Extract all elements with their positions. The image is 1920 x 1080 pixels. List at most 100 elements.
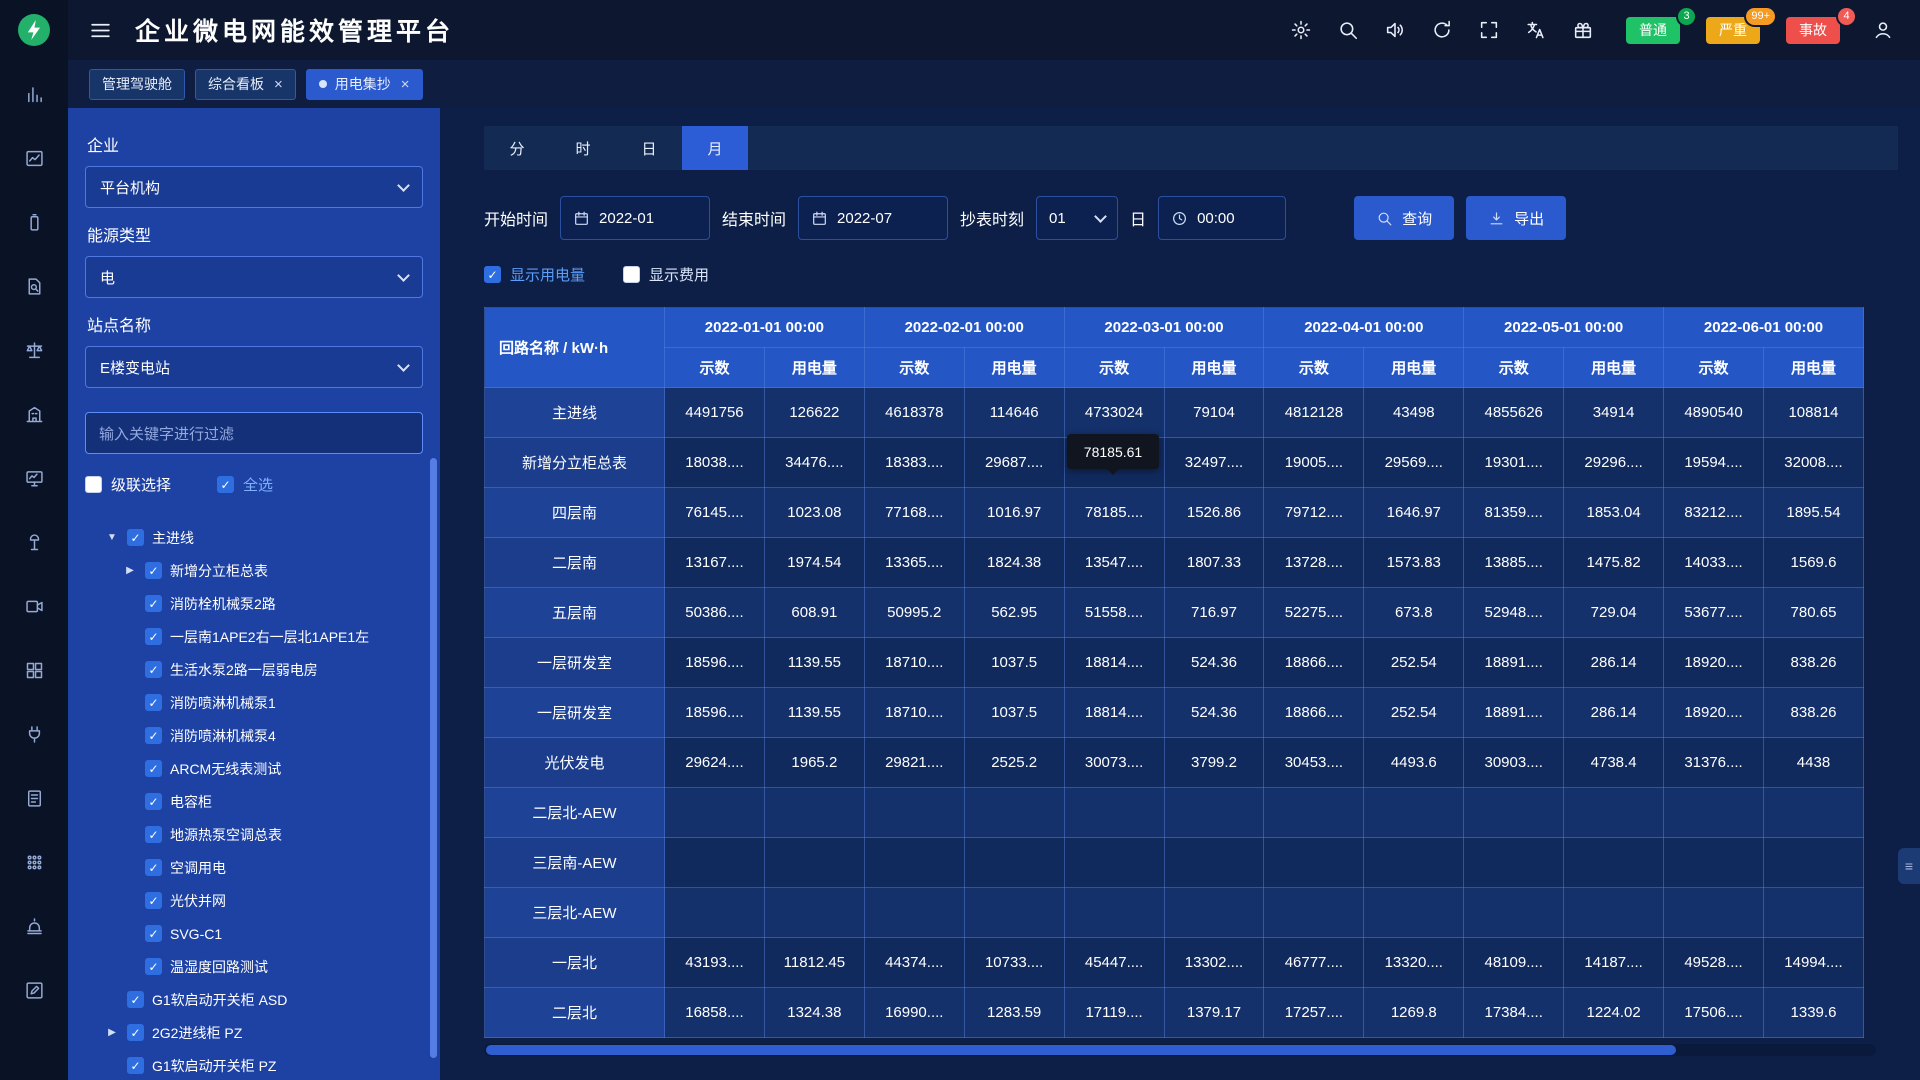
granularity-tab-日[interactable]: 日 xyxy=(616,126,682,170)
tree-item[interactable]: 消防喷淋机械泵4 xyxy=(85,719,423,752)
alarm-badge-严重[interactable]: 严重99+ xyxy=(1706,17,1760,44)
tree-checkbox[interactable] xyxy=(145,562,162,579)
tree-checkbox[interactable] xyxy=(127,1024,144,1041)
tree-item[interactable]: 消防喷淋机械泵1 xyxy=(85,686,423,719)
refresh-icon[interactable] xyxy=(1431,19,1453,41)
grid-icon[interactable] xyxy=(24,660,45,681)
tree-item[interactable]: 光伏并网 xyxy=(85,884,423,917)
alarm-lamp-icon[interactable] xyxy=(24,916,45,937)
translate-icon[interactable] xyxy=(1525,19,1547,41)
tree-item[interactable]: 电容柜 xyxy=(85,785,423,818)
alarm-badge-事故[interactable]: 事故4 xyxy=(1786,17,1840,44)
meter-day-select[interactable]: 01 xyxy=(1036,196,1118,240)
drawer-handle[interactable]: ≡ xyxy=(1898,848,1920,884)
close-tab-icon[interactable]: × xyxy=(401,76,410,93)
edit-icon[interactable] xyxy=(24,980,45,1001)
tree-item[interactable]: 空调用电 xyxy=(85,851,423,884)
horizontal-scrollbar-thumb[interactable] xyxy=(486,1045,1676,1055)
alarm-badge-普通[interactable]: 普通3 xyxy=(1626,17,1680,44)
tree-item[interactable]: 消防栓机械泵2路 xyxy=(85,587,423,620)
file-search-icon[interactable] xyxy=(24,276,45,297)
battery-icon[interactable] xyxy=(24,212,45,233)
query-button[interactable]: 查询 xyxy=(1354,196,1454,240)
tree-checkbox[interactable] xyxy=(145,727,162,744)
gift-icon[interactable] xyxy=(1572,19,1594,41)
balance-icon[interactable] xyxy=(24,340,45,361)
video-icon[interactable] xyxy=(24,596,45,617)
tree-checkbox[interactable] xyxy=(145,694,162,711)
chevron-down-icon xyxy=(397,179,410,192)
gear-icon[interactable] xyxy=(1290,19,1312,41)
cascade-checkbox[interactable]: 级联选择 xyxy=(85,474,171,495)
energy-type-select[interactable]: 电 xyxy=(85,256,423,298)
tree-checkbox[interactable] xyxy=(145,628,162,645)
bar-chart-icon[interactable] xyxy=(24,84,45,105)
panel-scrollbar[interactable] xyxy=(430,458,437,1058)
tree-item[interactable]: ▶新增分立柜总表 xyxy=(85,554,423,587)
tree-checkbox[interactable] xyxy=(127,1057,144,1074)
tree-checkbox[interactable] xyxy=(145,793,162,810)
sidebar-collapse-icon[interactable] xyxy=(88,18,113,43)
trend-chart-icon[interactable] xyxy=(24,148,45,169)
monitor-chart-icon[interactable] xyxy=(24,468,45,489)
tree-checkbox[interactable] xyxy=(145,595,162,612)
expand-icon[interactable]: ▶ xyxy=(105,1027,119,1038)
search-icon[interactable] xyxy=(1337,19,1359,41)
tree-checkbox[interactable] xyxy=(145,925,162,942)
keypad-icon[interactable] xyxy=(24,852,45,873)
value-cell: 562.95 xyxy=(964,588,1064,638)
tree-item[interactable]: 一层南1APE2右一层北1APE1左 xyxy=(85,620,423,653)
tree-item[interactable]: G1软启动开关柜 PZ xyxy=(85,1049,423,1080)
tab-综合看板[interactable]: 综合看板× xyxy=(195,69,296,100)
app-logo[interactable] xyxy=(0,0,68,60)
tree-checkbox[interactable] xyxy=(127,529,144,546)
tree-checkbox[interactable] xyxy=(145,958,162,975)
select-all-checkbox[interactable]: 全选 xyxy=(217,474,273,495)
tree-item[interactable]: ARCM无线表测试 xyxy=(85,752,423,785)
building-icon[interactable] xyxy=(24,404,45,425)
tree-checkbox[interactable] xyxy=(127,991,144,1008)
tab-管理驾驶舱[interactable]: 管理驾驶舱 xyxy=(89,69,185,100)
value-cell: 18596.... xyxy=(665,638,765,688)
checkbox[interactable] xyxy=(623,266,640,283)
plug-icon[interactable] xyxy=(24,724,45,745)
street-lamp-icon[interactable] xyxy=(24,532,45,553)
display-option-显示用电量[interactable]: 显示用电量 xyxy=(484,264,585,285)
meter-clock-input[interactable]: 00:00 xyxy=(1158,196,1286,240)
station-name-select[interactable]: E楼变电站 xyxy=(85,346,423,388)
tree-checkbox[interactable] xyxy=(145,859,162,876)
tree-item[interactable]: 生活水泵2路一层弱电房 xyxy=(85,653,423,686)
end-date-input[interactable]: 2022-07 xyxy=(798,196,948,240)
display-option-显示费用[interactable]: 显示费用 xyxy=(623,264,709,285)
granularity-tab-月[interactable]: 月 xyxy=(682,126,748,170)
tree-checkbox[interactable] xyxy=(145,826,162,843)
granularity-tab-分[interactable]: 分 xyxy=(484,126,550,170)
start-date-input[interactable]: 2022-01 xyxy=(560,196,710,240)
tree-item[interactable]: 地源热泵空调总表 xyxy=(85,818,423,851)
tree-filter-input[interactable]: 输入关键字进行过滤 xyxy=(85,412,423,454)
close-tab-icon[interactable]: × xyxy=(274,76,283,93)
tab-用电集抄[interactable]: 用电集抄× xyxy=(306,69,423,100)
tree-checkbox[interactable] xyxy=(145,760,162,777)
report-icon[interactable] xyxy=(24,788,45,809)
export-button[interactable]: 导出 xyxy=(1466,196,1566,240)
select-all-checkbox-box[interactable] xyxy=(217,476,234,493)
value-cell xyxy=(1763,788,1863,838)
tree-item[interactable]: ▼主进线 xyxy=(85,521,423,554)
enterprise-select[interactable]: 平台机构 xyxy=(85,166,423,208)
cascade-checkbox-box[interactable] xyxy=(85,476,102,493)
tree-item[interactable]: 温湿度回路测试 xyxy=(85,950,423,983)
user-icon[interactable] xyxy=(1872,19,1894,41)
tree-item[interactable]: G1软启动开关柜 ASD xyxy=(85,983,423,1016)
expand-icon[interactable]: ▶ xyxy=(123,565,137,576)
collapse-icon[interactable]: ▼ xyxy=(105,532,119,543)
tree-checkbox[interactable] xyxy=(145,892,162,909)
tree-item[interactable]: SVG-C1 xyxy=(85,917,423,950)
horizontal-scrollbar[interactable] xyxy=(484,1044,1876,1056)
speaker-icon[interactable] xyxy=(1384,19,1406,41)
fullscreen-icon[interactable] xyxy=(1478,19,1500,41)
granularity-tab-时[interactable]: 时 xyxy=(550,126,616,170)
checkbox[interactable] xyxy=(484,266,501,283)
tree-checkbox[interactable] xyxy=(145,661,162,678)
tree-item[interactable]: ▶2G2进线柜 PZ xyxy=(85,1016,423,1049)
